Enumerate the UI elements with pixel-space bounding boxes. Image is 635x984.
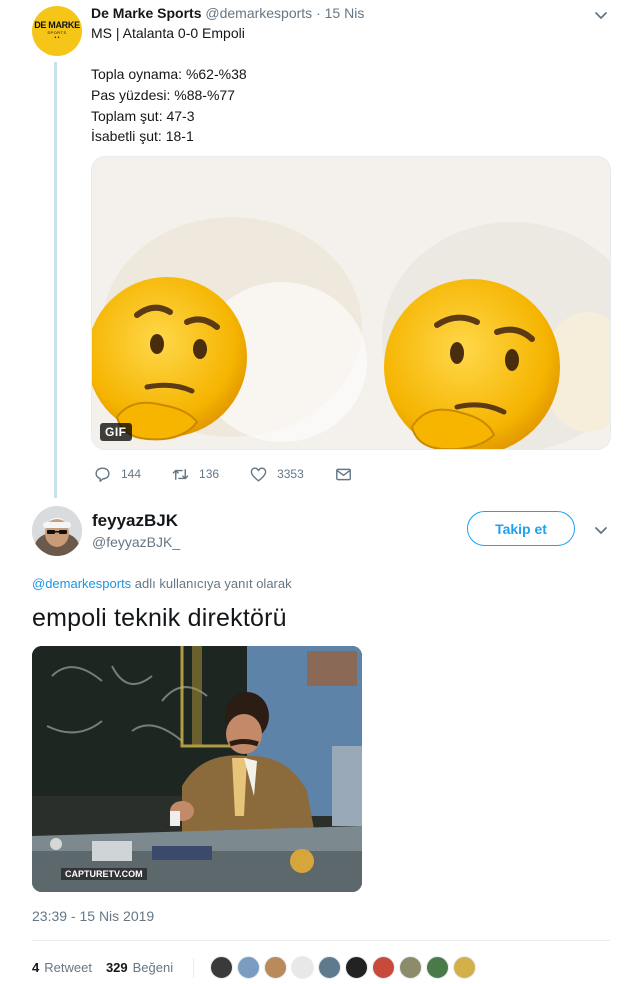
tweet-header: De Marke Sports @demarkesports · 15 Nis (91, 4, 364, 22)
photo-media[interactable]: CAPTURETV.COM (32, 646, 362, 892)
liker-avatar[interactable] (372, 956, 396, 979)
avatar-logo-text: DE MARKE (34, 20, 80, 30)
replying-to: @demarkesports adlı kullanıcıya yanıt ol… (32, 576, 292, 591)
gif-badge: GIF (100, 423, 132, 441)
liker-avatar[interactable] (291, 956, 315, 979)
liker-avatars (210, 956, 480, 979)
like-count: 3353 (277, 467, 304, 481)
avatar[interactable]: DE MARKE SPORTS • • (32, 6, 82, 56)
avatar-image (32, 506, 82, 556)
liker-avatar[interactable] (453, 956, 477, 979)
chevron-down-icon[interactable] (593, 522, 609, 538)
stats-separator (193, 957, 195, 978)
liker-avatar[interactable] (345, 956, 369, 979)
divider (32, 940, 610, 941)
dm-button[interactable] (334, 465, 362, 484)
author-handle[interactable]: @feyyazBJK_ (92, 534, 180, 550)
like-total-label[interactable]: Beğeni (133, 960, 173, 975)
reply-mention-link[interactable]: @demarkesports (32, 576, 131, 591)
like-total[interactable]: 329 (106, 960, 128, 975)
tweet-text-line: İsabetli şut: 18-1 (91, 128, 194, 144)
chevron-down-icon[interactable] (593, 7, 609, 23)
retweet-button[interactable]: 136 (171, 465, 219, 484)
watermark: CAPTURETV.COM (61, 868, 147, 880)
tweet-text-line: Topla oynama: %62-%38 (91, 66, 247, 82)
retweet-total-label[interactable]: Retweet (44, 960, 92, 975)
avatar-logo-dots: • • (54, 35, 60, 41)
thread-line (54, 62, 57, 498)
retweet-count: 136 (199, 467, 220, 481)
author-name[interactable]: feyyazBJK (92, 511, 178, 531)
tweet-text-line: Pas yüzdesi: %88-%77 (91, 87, 235, 103)
reply-button[interactable]: 144 (93, 465, 141, 484)
reply-to-label: adlı kullanıcıya yanıt olarak (131, 576, 292, 591)
gif-media[interactable]: GIF (91, 156, 611, 450)
tweet-date[interactable]: 15 Nis (325, 5, 365, 21)
reply-count: 144 (121, 467, 142, 481)
retweet-icon (172, 468, 189, 480)
tv-scene-image (32, 646, 362, 892)
separator-dot: · (316, 5, 321, 21)
tweet-timestamp[interactable]: 23:39 - 15 Nis 2019 (32, 908, 154, 924)
liker-avatar[interactable] (210, 956, 234, 979)
like-button[interactable]: 3353 (249, 465, 304, 484)
author-handle[interactable]: @demarkesports (205, 5, 312, 21)
heart-icon (250, 466, 267, 482)
retweet-total[interactable]: 4 (32, 960, 39, 975)
liker-avatar[interactable] (237, 956, 261, 979)
tweet-text-line: Toplam şut: 47-3 (91, 108, 195, 124)
tweet-stats: 4 Retweet 329 Beğeni (32, 956, 480, 979)
follow-button[interactable]: Takip et (467, 511, 575, 546)
tweet-text: empoli teknik direktörü (32, 604, 287, 632)
author-name[interactable]: De Marke Sports (91, 5, 201, 21)
liker-avatar[interactable] (426, 956, 450, 979)
liker-avatar[interactable] (399, 956, 423, 979)
liker-avatar[interactable] (264, 956, 288, 979)
tweet-actions: 144 136 3353 (93, 462, 392, 486)
reply-icon (95, 466, 110, 482)
liker-avatar[interactable] (318, 956, 342, 979)
parent-tweet[interactable]: DE MARKE SPORTS • • De Marke Sports @dem… (0, 0, 635, 500)
thinking-emoji-image (92, 157, 610, 449)
avatar[interactable] (32, 506, 82, 556)
tweet-text-line: MS | Atalanta 0-0 Empoli (91, 25, 245, 41)
dm-icon (335, 468, 351, 480)
